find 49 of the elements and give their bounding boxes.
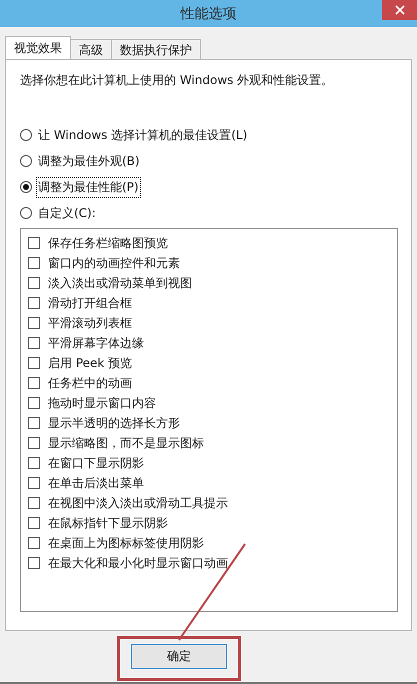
checkbox[interactable] (28, 317, 40, 329)
radio-button[interactable] (20, 207, 32, 219)
ok-button[interactable]: 确定 (131, 644, 227, 668)
close-icon (394, 5, 404, 15)
tab[interactable]: 视觉效果 (5, 36, 71, 59)
option-label[interactable]: 在最大化和最小化时显示窗口动画 (48, 554, 228, 572)
checkbox[interactable] (28, 477, 40, 489)
radio-button[interactable] (20, 181, 32, 193)
checkbox[interactable] (28, 557, 40, 569)
option-label[interactable]: 显示缩略图，而不是显示图标 (48, 434, 204, 452)
radio-button[interactable] (20, 129, 32, 141)
option-label[interactable]: 任务栏中的动画 (48, 374, 132, 392)
option-label[interactable]: 在桌面上为图标标签使用阴影 (48, 534, 204, 552)
option-label[interactable]: 显示半透明的选择长方形 (48, 414, 180, 432)
option-label[interactable]: 保存任务栏缩略图预览 (48, 234, 168, 252)
checkbox[interactable] (28, 517, 40, 529)
option-label[interactable]: 平滑滚动列表框 (48, 314, 132, 332)
checkbox[interactable] (28, 397, 40, 409)
checkbox[interactable] (28, 297, 40, 309)
checkbox[interactable] (28, 357, 40, 369)
checkbox[interactable] (28, 377, 40, 389)
radio-button[interactable] (20, 155, 32, 167)
radio-label[interactable]: 自定义(C): (36, 202, 98, 224)
option-label[interactable]: 在鼠标指针下显示阴影 (48, 514, 168, 532)
radio-label[interactable]: 调整为最佳性能(P) (36, 176, 141, 198)
option-label[interactable]: 在视图中淡入淡出或滑动工具提示 (48, 494, 228, 512)
description-text: 选择你想在此计算机上使用的 Windows 外观和性能设置。 (20, 72, 334, 89)
checkbox[interactable] (28, 537, 40, 549)
radio-label[interactable]: 调整为最佳外观(B) (36, 150, 142, 172)
option-label[interactable]: 窗口内的动画控件和元素 (48, 254, 180, 272)
option-label[interactable]: 启用 Peek 预览 (48, 354, 132, 372)
tab[interactable]: 数据执行保护 (111, 39, 201, 59)
checkbox[interactable] (28, 277, 40, 289)
window-title: 性能选项 (180, 4, 236, 22)
option-label[interactable]: 平滑屏幕字体边缘 (48, 334, 144, 352)
option-label[interactable]: 淡入淡出或滑动菜单到视图 (48, 274, 192, 292)
close-button[interactable] (382, 0, 417, 20)
checkbox[interactable] (28, 497, 40, 509)
checkbox[interactable] (28, 257, 40, 269)
checkbox[interactable] (28, 337, 40, 349)
checkbox[interactable] (28, 417, 40, 429)
checkbox[interactable] (28, 237, 40, 249)
checkbox[interactable] (28, 437, 40, 449)
radio-label[interactable]: 让 Windows 选择计算机的最佳设置(L) (36, 124, 250, 146)
option-label[interactable]: 滑动打开组合框 (48, 294, 132, 312)
option-label[interactable]: 在窗口下显示阴影 (48, 454, 144, 472)
checkbox[interactable] (28, 457, 40, 469)
option-label[interactable]: 拖动时显示窗口内容 (48, 394, 156, 412)
option-label[interactable]: 在单击后淡出菜单 (48, 474, 144, 492)
